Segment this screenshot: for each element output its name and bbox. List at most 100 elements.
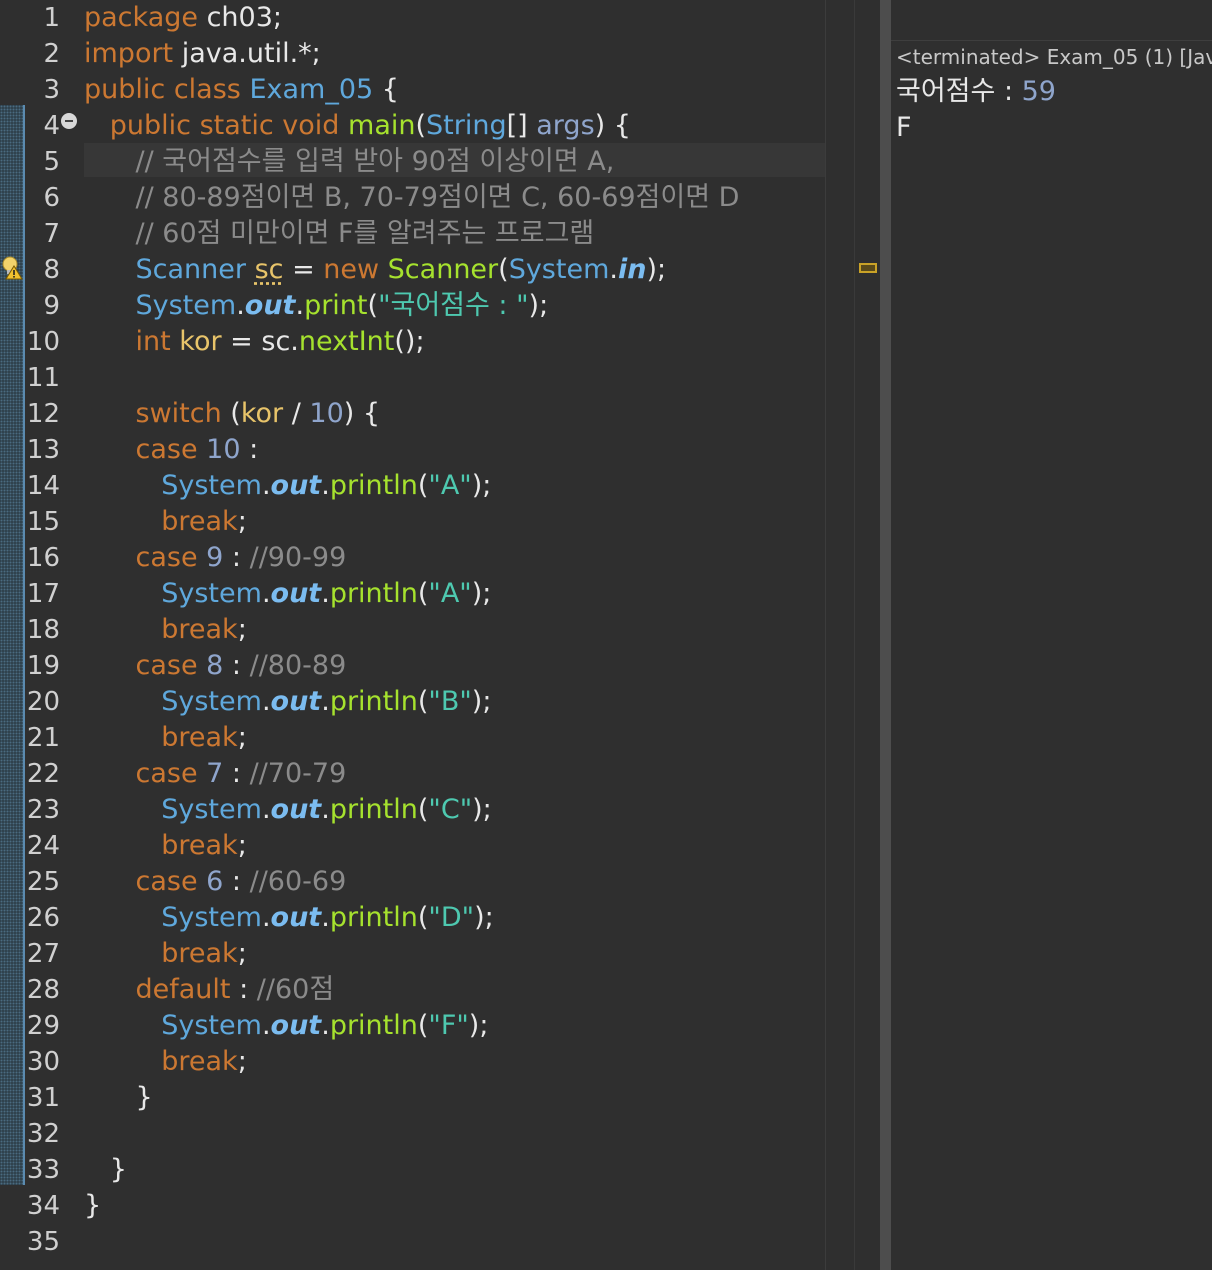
code-text[interactable]: System.out.print("국어점수 : "); (84, 288, 549, 324)
collapse-minus-icon[interactable] (61, 113, 77, 129)
code-line[interactable]: 5 // 국어점수를 입력 받아 90점 이상이면 A, (0, 144, 825, 180)
code-text[interactable]: System.out.println("C"); (84, 792, 492, 828)
code-line[interactable]: 30 break; (0, 1044, 825, 1080)
code-text[interactable]: case 8 : //80-89 (84, 648, 347, 684)
code-line[interactable]: 23 System.out.println("C"); (0, 792, 825, 828)
code-text[interactable]: break; (84, 612, 247, 648)
line-number: 28 (26, 975, 60, 1005)
code-text[interactable]: package ch03; (84, 0, 282, 36)
code-token: System (161, 902, 262, 933)
code-line[interactable]: 4 public static void main(String[] args)… (0, 108, 825, 144)
code-text[interactable]: // 80-89점이면 B, 70-79점이면 C, 60-69점이면 D (84, 180, 740, 216)
code-text[interactable]: break; (84, 504, 247, 540)
code-line[interactable]: 13 case 10 : (0, 432, 825, 468)
code-text[interactable]: // 국어점수를 입력 받아 90점 이상이면 A, (84, 144, 615, 180)
code-token: "국어점수 : " (378, 290, 529, 321)
code-line[interactable]: 28 default : //60점 (0, 972, 825, 1008)
code-line[interactable]: 20 System.out.println("B"); (0, 684, 825, 720)
code-text[interactable]: default : //60점 (84, 972, 335, 1008)
code-token: ); (474, 902, 494, 933)
code-editor[interactable]: 1 package ch03; 2 import java.util.*; 3 publi… (0, 0, 825, 1270)
code-line[interactable]: 32 (0, 1116, 825, 1152)
code-text[interactable]: } (84, 1188, 101, 1224)
warning-marker-icon[interactable] (859, 263, 877, 273)
code-line[interactable]: 25 case 6 : //60-69 (0, 864, 825, 900)
code-line[interactable]: 27 break; (0, 936, 825, 972)
code-text[interactable]: System.out.println("A"); (84, 468, 491, 504)
code-text[interactable]: break; (84, 828, 247, 864)
line-number: 33 (26, 1155, 60, 1185)
code-line[interactable]: 17 System.out.println("A"); (0, 576, 825, 612)
code-line[interactable]: 11 (0, 360, 825, 396)
code-token: ); (471, 470, 492, 501)
code-text[interactable]: int kor = sc.nextInt(); (84, 324, 425, 360)
code-line[interactable]: 35 (0, 1224, 825, 1260)
code-text[interactable]: System.out.println("F"); (84, 1008, 488, 1044)
code-lines[interactable]: 1 package ch03; 2 import java.util.*; 3 publi… (0, 0, 825, 1260)
code-text[interactable]: break; (84, 720, 247, 756)
code-token: ; (237, 506, 247, 537)
code-line[interactable]: 2 import java.util.*; (0, 36, 825, 72)
code-line[interactable]: 19 case 8 : //80-89 (0, 648, 825, 684)
code-line[interactable]: 1 package ch03; (0, 0, 825, 36)
code-line[interactable]: 15 break; (0, 504, 825, 540)
code-line[interactable]: 24 break; (0, 828, 825, 864)
lightbulb-warning-icon[interactable] (0, 254, 24, 280)
code-text[interactable]: } (84, 1152, 127, 1188)
code-line[interactable]: 26 System.out.println("D"); (0, 900, 825, 936)
code-line[interactable]: 16 case 9 : //90-99 (0, 540, 825, 576)
code-line[interactable]: 14 System.out.println("A"); (0, 468, 825, 504)
console-title: <terminated> Exam_05 (1) [Java Applicati… (896, 45, 1212, 69)
code-token: //60점 (256, 974, 335, 1005)
line-number: 26 (26, 903, 60, 933)
code-token: . (321, 902, 330, 933)
code-line[interactable]: 18 break; (0, 612, 825, 648)
code-token: // 80-89점이면 B, 70-79점이면 C, 60-69점이면 D (135, 182, 740, 213)
code-line[interactable]: 22 case 7 : //70-79 (0, 756, 825, 792)
console-header-divider (891, 40, 1212, 41)
code-line[interactable]: 29 System.out.println("F"); (0, 1008, 825, 1044)
code-text[interactable]: case 10 : (84, 432, 259, 468)
code-token: args (536, 110, 595, 141)
code-line[interactable]: 8 Scanner sc = new Scanner(System.in); (0, 252, 825, 288)
code-text[interactable]: System.out.println("A"); (84, 576, 491, 612)
code-token: Scanner (135, 254, 255, 285)
code-text[interactable]: public static void main(String[] args) { (84, 108, 631, 144)
code-text[interactable]: break; (84, 936, 247, 972)
code-line[interactable]: 33 } (0, 1152, 825, 1188)
code-token: in (617, 254, 647, 285)
code-token: ( (417, 686, 429, 717)
code-text[interactable]: case 6 : //60-69 (84, 864, 347, 900)
code-line[interactable]: 31 } (0, 1080, 825, 1116)
code-text[interactable]: break; (84, 1044, 247, 1080)
code-line[interactable]: 7 // 60점 미만이면 F를 알려주는 프로그램 (0, 216, 825, 252)
code-line[interactable]: 21 break; (0, 720, 825, 756)
code-text[interactable]: Scanner sc = new Scanner(System.in); (84, 252, 667, 288)
code-text[interactable]: case 7 : //70-79 (84, 756, 347, 792)
overview-ruler[interactable] (825, 0, 880, 1270)
line-number: 35 (26, 1227, 60, 1257)
code-token: . (321, 470, 330, 501)
code-text[interactable]: System.out.println("D"); (84, 900, 494, 936)
code-line[interactable]: 10 int kor = sc.nextInt(); (0, 324, 825, 360)
code-text[interactable]: } (84, 1080, 152, 1116)
code-text[interactable]: System.out.println("B"); (84, 684, 491, 720)
code-token: case (135, 650, 207, 681)
code-text[interactable]: import java.util.*; (84, 36, 321, 72)
line-number: 5 (43, 147, 60, 177)
code-line[interactable]: 12 switch (kor / 10) { (0, 396, 825, 432)
console-view[interactable]: <terminated> Exam_05 (1) [Java Applicati… (891, 0, 1212, 1270)
code-token: case (135, 434, 207, 465)
code-line[interactable]: 6 // 80-89점이면 B, 70-79점이면 C, 60-69점이면 D (0, 180, 825, 216)
code-line[interactable]: 9 System.out.print("국어점수 : "); (0, 288, 825, 324)
view-splitter[interactable] (880, 0, 891, 1270)
code-line[interactable]: 3 public class Exam_05 { (0, 72, 825, 108)
code-line[interactable]: 34} (0, 1188, 825, 1224)
code-text[interactable]: public class Exam_05 { (84, 72, 399, 108)
code-text[interactable]: // 60점 미만이면 F를 알려주는 프로그램 (84, 216, 595, 252)
code-text[interactable]: case 9 : //90-99 (84, 540, 347, 576)
code-text[interactable]: switch (kor / 10) { (84, 396, 381, 432)
